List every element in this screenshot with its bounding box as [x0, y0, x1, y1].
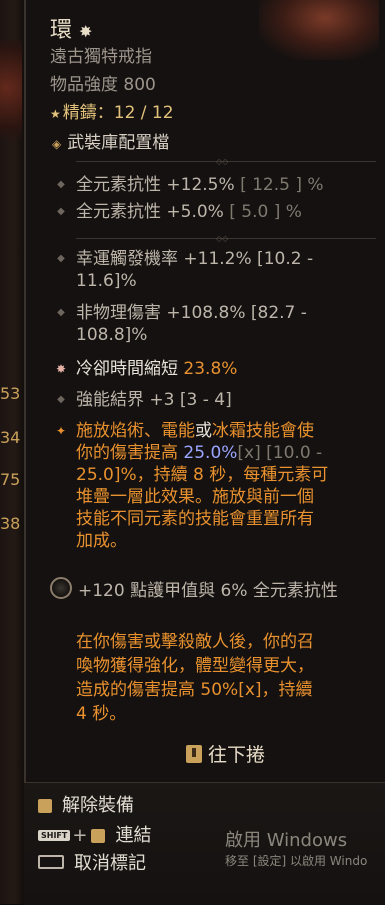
shift-key-icon: SHIFT	[38, 830, 71, 841]
unequip-action[interactable]: 解除裝備	[38, 791, 134, 817]
unique-text: 堆疊一層此效果。施放與前一個	[76, 487, 314, 507]
link-label: 連結	[115, 825, 152, 846]
glyph-socket-icon	[50, 577, 72, 599]
background-left	[0, 0, 24, 904]
affix-text: 108.8]%	[76, 325, 148, 345]
implicit-range: [ 12.5 ] %	[240, 175, 324, 195]
item-icon	[259, 0, 379, 60]
affix-greater: ✸ 冷卻時間縮短 23.8%	[56, 358, 238, 380]
divider: ◇◇	[76, 234, 376, 243]
scroll-down-hint[interactable]: 往下捲	[186, 740, 265, 767]
affix: ◆ 幸運觸發機率 +11.2% [10.2 - 11.6]%	[57, 248, 314, 292]
implicit-text: 全元素抗性 +12.5%	[76, 175, 235, 195]
unique-text: 技能不同元素的技能會重置所有	[76, 509, 314, 529]
unique-text: 25.0]%，持續 8 秒，每種元素可	[76, 465, 329, 485]
diamond-icon: ◇◇	[216, 234, 229, 243]
affix-value: 23.8%	[183, 359, 238, 379]
paragon-bonus: +120 點護甲值與 6% 全元素抗性	[50, 576, 338, 601]
item-power: 物品強度 800	[50, 75, 156, 95]
unequip-label: 解除裝備	[62, 795, 134, 816]
armory-icon: ◈	[52, 137, 62, 151]
side-number: 75	[0, 470, 21, 489]
mouse-wheel-icon	[186, 745, 202, 763]
unmark-action[interactable]: 取消標記	[38, 849, 146, 875]
bullet-icon: ◆	[57, 307, 65, 318]
implicit-text: 全元素抗性 +5.0%	[76, 202, 224, 222]
bullet-icon: ◆	[57, 253, 65, 264]
paragon-text: +120 點護甲值與 6% 全元素抗性	[78, 581, 338, 601]
masterwork-level: ★ 精鑄：12 / 12	[50, 98, 174, 123]
unique-text: 加成。	[76, 531, 127, 551]
flavor-range: [x]	[238, 680, 262, 700]
flavor-line: 在你傷害或擊殺敵人後，你的召	[76, 632, 314, 652]
implicit-range: [ 5.0 ] %	[229, 202, 302, 222]
masterwork-text: 精鑄：12 / 12	[62, 103, 174, 123]
sparkle-icon: ✸	[79, 22, 94, 41]
unique-power: ✦ 施放焰術、電能或冰霜技能會使 你的傷害提高 25.0%[x] [10.0 -…	[56, 420, 329, 552]
armory-loadout[interactable]: ◈ 武裝庫配置檔	[52, 128, 169, 153]
affix-text: 11.6]%	[76, 271, 137, 291]
flavor-line: ，持續	[261, 680, 313, 700]
scroll-hint-text: 往下捲	[208, 744, 266, 766]
armory-text: 武裝庫配置檔	[67, 133, 170, 153]
side-number: 34	[0, 428, 21, 447]
star-icon: ★	[50, 107, 61, 121]
affix-text: 幸運觸發機率 +11.2% [10.2 -	[76, 249, 314, 269]
diamond-icon: ◇◇	[216, 157, 229, 166]
bullet-icon: ◆	[57, 394, 65, 405]
link-action[interactable]: SHIFT + 連結	[38, 821, 151, 847]
item-tooltip: 環 ✸ 遠古獨特戒指 物品強度 800 ★ 精鑄：12 / 12 ◈ 武裝庫配置檔 ◇…	[24, 0, 385, 782]
affix-label: 冷卻時間縮短	[76, 359, 178, 379]
spacebar-icon	[38, 855, 64, 869]
affix-text: 強能結界 +3 [3 - 4]	[76, 390, 232, 410]
unique-range: [x] [10.0 -	[237, 443, 323, 463]
unique-value: 25.0%	[183, 443, 238, 463]
item-title-text: 環	[50, 18, 74, 43]
flavor-line: 4 秒。	[76, 704, 127, 724]
unique-text: 冰霜	[212, 421, 246, 441]
plus-icon: +	[72, 825, 88, 846]
affix: ◆ 強能結界 +3 [3 - 4]	[57, 389, 232, 411]
affix-text: 非物理傷害 +108.8% [82.7 -	[76, 303, 307, 323]
mouse-right-icon	[38, 799, 52, 813]
divider: ◇◇	[76, 157, 376, 166]
unique-star-icon: ✦	[55, 424, 67, 438]
item-type: 遠古獨特戒指	[50, 47, 152, 67]
mouse-left-icon	[91, 829, 106, 843]
flavor-text: 在你傷害或擊殺敵人後，你的召 喚物獲得強化，體型變得更大， 造成的傷害提高 50…	[76, 630, 385, 726]
windows-activation-subtitle: 移至 [設定] 以啟用 Windo	[225, 854, 368, 868]
side-number: 53	[0, 384, 21, 403]
unique-text: 你的傷害提高	[76, 443, 184, 463]
item-title: 環 ✸	[50, 12, 93, 44]
greater-affix-icon: ✸	[55, 362, 67, 376]
unique-text: 或	[195, 421, 212, 441]
implicit-affix: ◆ 全元素抗性 +12.5% [ 12.5 ] %	[57, 174, 324, 196]
flavor-line: 造成的傷害提高 50%	[76, 680, 239, 700]
affix: ◆ 非物理傷害 +108.8% [82.7 - 108.8]%	[57, 302, 307, 346]
unique-text: 技能會使	[246, 421, 314, 441]
unmark-label: 取消標記	[74, 853, 146, 874]
flavor-line: 喚物獲得強化，體型變得更大，	[76, 656, 314, 676]
background-decoration	[0, 40, 22, 160]
unique-text: 施放焰術、電能	[76, 421, 195, 441]
bullet-icon: ◆	[57, 206, 65, 217]
side-number: 38	[0, 514, 21, 533]
implicit-affix: ◆ 全元素抗性 +5.0% [ 5.0 ] %	[57, 201, 302, 223]
windows-activation-title: 啟用 Windows	[225, 830, 348, 851]
bullet-icon: ◆	[57, 179, 65, 190]
